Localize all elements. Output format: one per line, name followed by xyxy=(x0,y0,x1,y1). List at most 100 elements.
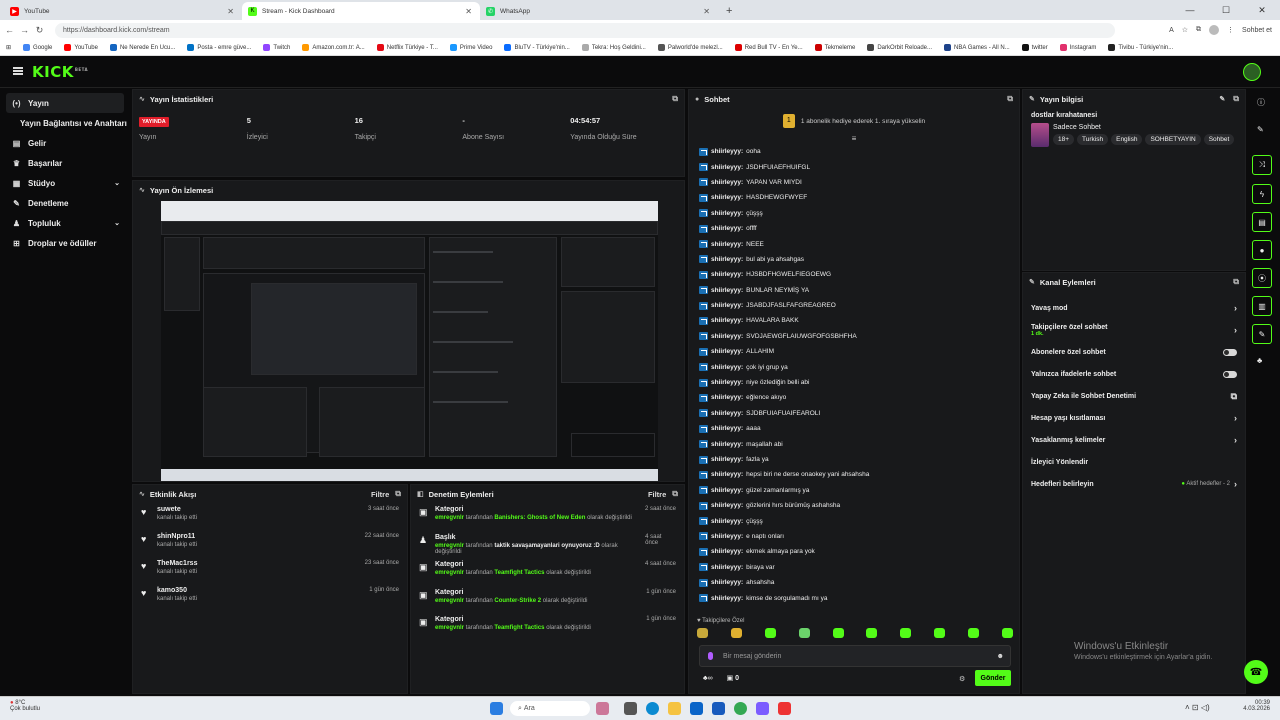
settings-icon[interactable]: ⚙ xyxy=(959,675,965,683)
user-avatar[interactable] xyxy=(1243,63,1261,81)
chat-username[interactable]: shiirleyyy: xyxy=(711,502,743,509)
tag-chip[interactable]: 18+ xyxy=(1053,134,1075,145)
channel-action-row[interactable]: Yalnızca ifadelerle sohbet xyxy=(1023,363,1245,385)
bookmark-item[interactable]: Netflix Türkiye - T... xyxy=(376,44,438,51)
popout-icon[interactable]: ⧉ xyxy=(395,489,401,499)
bookmark-item[interactable]: Amazon.com.tr: A... xyxy=(302,44,365,51)
back-icon[interactable]: ← xyxy=(4,25,15,35)
users-icon[interactable]: ♣ xyxy=(1257,356,1262,365)
chat-username[interactable]: shiirleyyy: xyxy=(711,271,743,278)
tab-youtube[interactable]: ▶ YouTube ✕ xyxy=(4,2,242,20)
tray-icons[interactable]: ˄ ⊡ ◁) xyxy=(1185,703,1210,712)
sidebar-item[interactable]: ✎ Denetleme xyxy=(0,193,130,213)
chat-username[interactable]: shiirleyyy: xyxy=(711,410,743,417)
bookmark-item[interactable]: Ne Nerede En Ucu... xyxy=(109,44,175,51)
emote-icon[interactable] xyxy=(968,628,979,638)
bookmark-item[interactable]: Palworld'de melezl... xyxy=(657,44,723,51)
chevron-right-icon[interactable]: › xyxy=(1234,413,1237,423)
emote-icon[interactable] xyxy=(934,628,946,638)
lightning-icon[interactable]: ϟ xyxy=(1252,184,1272,204)
bookmark-item[interactable]: Instagram xyxy=(1059,44,1096,51)
chat-username[interactable]: shiirleyyy: xyxy=(711,287,743,294)
chat-username[interactable]: shiirleyyy: xyxy=(711,317,743,324)
emote-icon[interactable] xyxy=(730,628,742,638)
hamburger-menu-icon[interactable] xyxy=(13,67,23,75)
new-tab-button[interactable]: + xyxy=(718,5,740,20)
clip-icon[interactable]: ⤨ xyxy=(1252,155,1272,175)
toggle-switch[interactable] xyxy=(1223,348,1237,356)
app-icon[interactable] xyxy=(778,702,791,715)
tag-chip[interactable]: Turkish xyxy=(1077,134,1109,145)
url-input[interactable]: https://dashboard.kick.com/stream xyxy=(55,22,1115,38)
tag-chip[interactable]: SOHBETYAYIN xyxy=(1145,134,1201,145)
emote-icon[interactable] xyxy=(764,628,776,638)
profile-avatar[interactable] xyxy=(1209,25,1220,35)
star-icon[interactable]: ☆ xyxy=(1182,26,1188,34)
activity-user[interactable]: TheMac1rss xyxy=(157,560,197,567)
stream-preview-video[interactable] xyxy=(161,201,658,481)
channel-action-row[interactable]: Yapay Zeka ile Sohbet Denetimi ⧉ xyxy=(1023,385,1245,407)
outlook-icon[interactable] xyxy=(690,702,703,715)
bookmark-item[interactable]: DarkOrbit Reloade... xyxy=(867,44,932,51)
bookmark-item[interactable]: Red Bull TV - En Ye... xyxy=(734,44,803,51)
filter-button[interactable]: Filtre xyxy=(371,490,389,499)
microphone-icon[interactable] xyxy=(708,652,713,660)
minimize-icon[interactable]: — xyxy=(1172,0,1208,20)
chat-username[interactable]: shiirleyyy: xyxy=(711,564,743,571)
chat-username[interactable]: shiirleyyy: xyxy=(711,548,743,555)
sidebar-item[interactable]: ♟ Topluluk ⌄ xyxy=(0,213,130,233)
toggle-switch[interactable] xyxy=(1223,370,1237,378)
word-icon[interactable] xyxy=(712,702,725,715)
bookmark-item[interactable]: Prime Video xyxy=(449,44,492,51)
sidebar-item[interactable]: (•) Yayın xyxy=(6,93,124,113)
chat-icon[interactable]: ● xyxy=(1252,240,1272,260)
popout-icon[interactable]: ⧉ xyxy=(1233,277,1239,287)
expand-icon[interactable]: ≡ xyxy=(689,134,1019,144)
external-link-icon[interactable]: ⧉ xyxy=(1231,391,1237,402)
taskbar-search-input[interactable]: ⌕ Ara xyxy=(510,701,590,716)
chat-username[interactable]: shiirleyyy: xyxy=(711,364,743,371)
chevron-right-icon[interactable]: › xyxy=(1234,303,1237,313)
close-window-icon[interactable]: ✕ xyxy=(1244,0,1280,20)
chat-username[interactable]: shiirleyyy: xyxy=(711,471,743,478)
sohbet-et-button[interactable]: Sohbet et xyxy=(1242,27,1272,34)
chat-username[interactable]: shiirleyyy: xyxy=(711,241,743,248)
edit-icon[interactable]: ✎ xyxy=(1257,125,1264,134)
bookmark-item[interactable]: BluTV - Türkiye'nin... xyxy=(504,44,570,51)
chat-username[interactable]: shiirleyyy: xyxy=(711,394,743,401)
gift-leaderboard-banner[interactable]: 1 1 abonelik hediye ederek 1. sıraya yük… xyxy=(689,108,1019,134)
chat-username[interactable]: shiirleyyy: xyxy=(711,179,743,186)
filter-button[interactable]: Filtre xyxy=(648,490,666,499)
channel-action-row[interactable]: Hedefleri belirleyin ● Aktif hedefler - 2… xyxy=(1023,473,1245,495)
chat-username[interactable]: shiirleyyy: xyxy=(711,441,743,448)
chat-username[interactable]: shiirleyyy: xyxy=(711,225,743,232)
sidebar-item[interactable]: ▤ Gelir xyxy=(0,133,130,153)
emote-icon[interactable] xyxy=(832,628,844,638)
activity-user[interactable]: suwete xyxy=(157,506,197,513)
send-button[interactable]: Gönder xyxy=(975,670,1011,686)
chrome-icon[interactable] xyxy=(734,702,747,715)
emoji-icon[interactable]: ☻ xyxy=(997,653,1004,660)
bookmark-item[interactable]: twitter xyxy=(1021,44,1048,51)
popout-icon[interactable]: ⧉ xyxy=(1233,94,1239,104)
bookmark-item[interactable]: Tekra: Hoş Geldini... xyxy=(581,44,646,51)
discord-icon[interactable] xyxy=(756,702,769,715)
chat-username[interactable]: shiirleyyy: xyxy=(711,302,743,309)
chat-username[interactable]: shiirleyyy: xyxy=(711,164,743,171)
chevron-right-icon[interactable]: › xyxy=(1234,479,1237,489)
bookmark-item[interactable]: Twitch xyxy=(263,44,290,51)
weather-widget[interactable]: ● 8°C Çok bulutlu xyxy=(10,700,40,712)
task-view-icon[interactable] xyxy=(624,702,637,715)
edit-icon[interactable]: ✎ xyxy=(1219,95,1225,103)
apps-icon[interactable]: ⊞ xyxy=(6,44,11,51)
chat-username[interactable]: shiirleyyy: xyxy=(711,595,743,602)
chat-username[interactable]: shiirleyyy: xyxy=(711,579,743,586)
chevron-down-icon[interactable]: ⌄ xyxy=(114,179,120,187)
chat-username[interactable]: shiirleyyy: xyxy=(711,256,743,263)
close-icon[interactable]: ✕ xyxy=(465,7,472,16)
channel-action-row[interactable]: İzleyici Yönlendir xyxy=(1023,451,1245,473)
support-chat-button[interactable]: ☎ xyxy=(1244,660,1268,684)
gift-icon[interactable]: ▣ 0 xyxy=(727,674,739,682)
sidebar-item[interactable]: ♛ Başarılar xyxy=(0,153,130,173)
channel-action-row[interactable]: Yasaklanmış kelimeler › xyxy=(1023,429,1245,451)
